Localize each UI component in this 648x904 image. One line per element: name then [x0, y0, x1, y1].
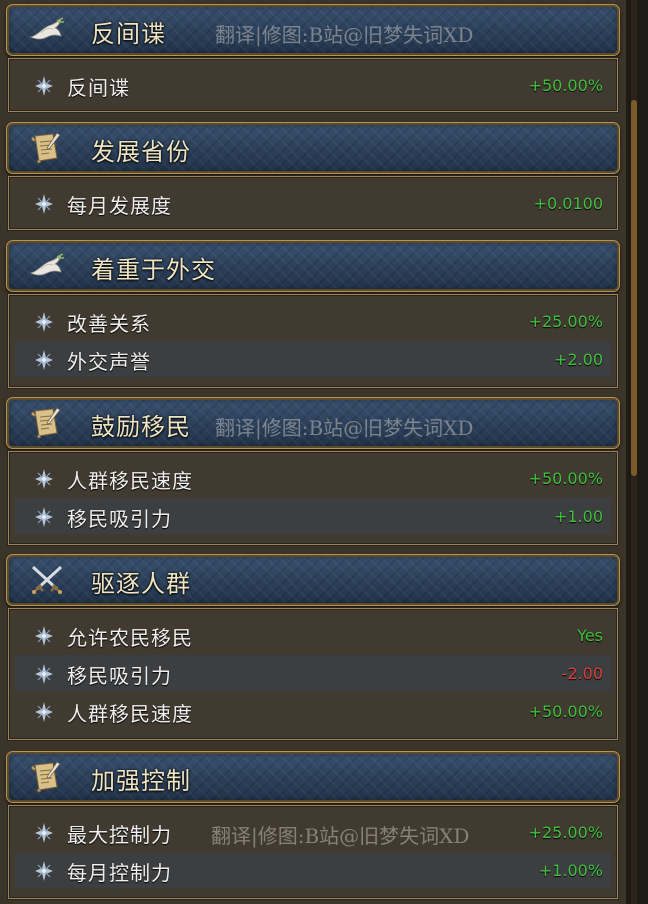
- star-bullet-icon: [33, 663, 55, 685]
- modifier-row: 反间谍 +50.00%: [15, 67, 611, 103]
- watermark-text: 翻译|修图:B站@旧梦失词XD: [215, 23, 474, 47]
- section-header: 着重于外交: [6, 240, 620, 292]
- modifier-label: 允许农民移民: [67, 626, 193, 650]
- star-bullet-icon: [33, 625, 55, 647]
- modifier-value: +25.00%: [528, 823, 603, 842]
- section-title: 驱逐人群: [91, 570, 191, 598]
- modifier-label: 每月控制力: [67, 861, 172, 885]
- modifier-value: -2.00: [561, 664, 603, 683]
- modifier-value: +1.00%: [538, 861, 603, 880]
- section-body: 改善关系 +25.00% 外交声誉 +2.00: [8, 294, 618, 388]
- watermark-text: 翻译|修图:B站@旧梦失词XD: [211, 824, 470, 848]
- modifier-label: 最大控制力: [67, 823, 172, 847]
- modifier-label: 反间谍: [67, 76, 130, 100]
- section-body: 每月发展度 +0.0100: [8, 176, 618, 230]
- modifier-row: 移民吸引力 +1.00: [15, 498, 611, 534]
- dove-icon: [27, 249, 67, 283]
- modifier-value: Yes: [577, 626, 603, 645]
- modifier-row: 人群移民速度 +50.00%: [15, 693, 611, 729]
- modifier-row: 改善关系 +25.00%: [15, 303, 611, 339]
- star-bullet-icon: [33, 701, 55, 723]
- modifier-row: 人群移民速度 +50.00%: [15, 460, 611, 496]
- section-title: 加强控制: [91, 767, 191, 795]
- modifier-label: 每月发展度: [67, 194, 172, 218]
- section-header: 反间谍 翻译|修图:B站@旧梦失词XD: [6, 4, 620, 56]
- modifier-value: +50.00%: [528, 702, 603, 721]
- section-body: 最大控制力 翻译|修图:B站@旧梦失词XD +25.00% 每月控制力 +1.0…: [8, 805, 618, 899]
- section-body: 反间谍 +50.00%: [8, 58, 618, 112]
- star-bullet-icon: [33, 349, 55, 371]
- section-header: 发展省份: [6, 122, 620, 174]
- star-bullet-icon: [33, 468, 55, 490]
- star-bullet-icon: [33, 193, 55, 215]
- section-title: 反间谍: [91, 20, 166, 48]
- modifier-row: 外交声誉 +2.00: [15, 341, 611, 377]
- watermark-text: 翻译|修图:B站@旧梦失词XD: [215, 416, 474, 440]
- section-header: 驱逐人群: [6, 554, 620, 606]
- modifier-label: 改善关系: [67, 312, 151, 336]
- star-bullet-icon: [33, 822, 55, 844]
- modifier-value: +50.00%: [528, 469, 603, 488]
- star-bullet-icon: [33, 75, 55, 97]
- modifier-row: 每月发展度 +0.0100: [15, 185, 611, 221]
- modifier-value: +50.00%: [528, 76, 603, 95]
- modifier-label: 外交声誉: [67, 350, 151, 374]
- modifier-row: 移民吸引力 -2.00: [15, 655, 611, 691]
- section-title: 发展省份: [91, 138, 191, 166]
- modifier-value: +1.00: [553, 507, 603, 526]
- star-bullet-icon: [33, 860, 55, 882]
- modifier-row: 每月控制力 +1.00%: [15, 852, 611, 888]
- modifier-label: 人群移民速度: [67, 702, 193, 726]
- star-bullet-icon: [33, 311, 55, 333]
- modifier-value: +25.00%: [528, 312, 603, 331]
- modifier-label: 移民吸引力: [67, 507, 172, 531]
- dove-icon: [27, 13, 67, 47]
- section-body: 允许农民移民 Yes 移民吸引力 -2.00 人群移民速度 +50.00%: [8, 608, 618, 740]
- modifier-row: 最大控制力 翻译|修图:B站@旧梦失词XD +25.00%: [15, 814, 611, 850]
- modifier-row: 允许农民移民 Yes: [15, 617, 611, 653]
- modifier-label: 移民吸引力: [67, 664, 172, 688]
- scrollbar[interactable]: [626, 0, 648, 904]
- modifier-value: +0.0100: [533, 194, 603, 213]
- section-title: 鼓励移民: [91, 413, 191, 441]
- section-body: 人群移民速度 +50.00% 移民吸引力 +1.00: [8, 451, 618, 545]
- star-bullet-icon: [33, 506, 55, 528]
- modifier-value: +2.00: [553, 350, 603, 369]
- section-title: 着重于外交: [91, 256, 216, 284]
- section-header: 加强控制: [6, 751, 620, 803]
- crossed-swords-icon: [27, 563, 67, 597]
- modifier-label: 人群移民速度: [67, 469, 193, 493]
- scrollbar-thumb[interactable]: [631, 100, 637, 476]
- section-header: 鼓励移民 翻译|修图:B站@旧梦失词XD: [6, 397, 620, 449]
- scroll-icon: [27, 406, 67, 440]
- scroll-icon: [27, 131, 67, 165]
- scroll-icon: [27, 760, 67, 794]
- modifier-panel: 反间谍 翻译|修图:B站@旧梦失词XD 反间谍 +50.00% 发展省份 每月发…: [0, 0, 626, 904]
